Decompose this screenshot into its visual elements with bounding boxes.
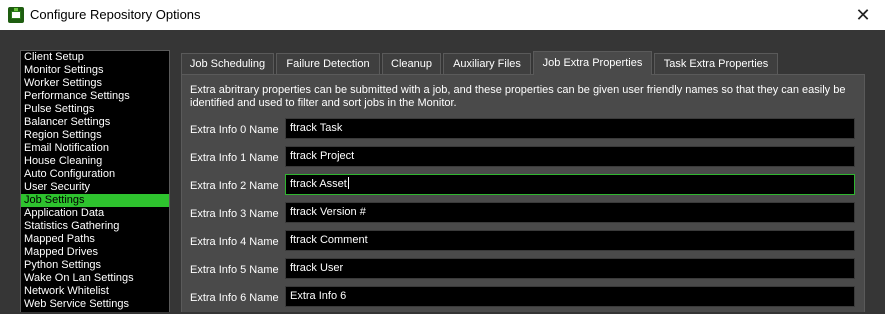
sidebar-item-auto-configuration[interactable]: Auto Configuration [21,168,169,181]
tab-failure-detection[interactable]: Failure Detection [276,53,380,74]
extra-info-5-label: Extra Info 5 Name [190,264,279,276]
sidebar-item-region-settings[interactable]: Region Settings [21,129,169,142]
window-title: Configure Repository Options [30,7,201,22]
sidebar-item-statistics-gathering[interactable]: Statistics Gathering [21,220,169,233]
extra-info-row: Extra Info 4 Name ftrack Comment [182,230,866,258]
sidebar-item-job-settings[interactable]: Job Settings [21,194,169,207]
extra-info-row: Extra Info 5 Name ftrack User [182,258,866,286]
extra-info-row: Extra Info 3 Name ftrack Version # [182,202,866,230]
sidebar-item-house-cleaning[interactable]: House Cleaning [21,155,169,168]
extra-info-6-label: Extra Info 6 Name [190,292,279,304]
sidebar-item-email-notification[interactable]: Email Notification [21,142,169,155]
sidebar-item-mapped-drives[interactable]: Mapped Drives [21,246,169,259]
sidebar-item-pulse-settings[interactable]: Pulse Settings [21,103,169,116]
tab-cleanup[interactable]: Cleanup [382,53,441,74]
sidebar-item-python-settings[interactable]: Python Settings [21,259,169,272]
extra-info-2-label: Extra Info 2 Name [190,180,279,192]
tab-auxiliary-files[interactable]: Auxiliary Files [443,53,531,74]
sidebar-item-worker-settings[interactable]: Worker Settings [21,77,169,90]
extra-info-1-label: Extra Info 1 Name [190,152,279,164]
text-caret [347,177,349,189]
sidebar-item-balancer-settings[interactable]: Balancer Settings [21,116,169,129]
extra-info-5-input[interactable]: ftrack User [285,258,855,279]
extra-info-4-label: Extra Info 4 Name [190,236,279,248]
job-extra-properties-panel: Extra abritrary properties can be submit… [181,74,865,312]
extra-info-6-input[interactable]: Extra Info 6 [285,286,855,307]
extra-info-row: Extra Info 0 Name ftrack Task [182,118,866,146]
tab-bar: Job Scheduling Failure Detection Cleanup… [181,51,871,75]
extra-info-4-input[interactable]: ftrack Comment [285,230,855,251]
sidebar-item-user-security[interactable]: User Security [21,181,169,194]
extra-info-3-input[interactable]: ftrack Version # [285,202,855,223]
extra-info-3-label: Extra Info 3 Name [190,208,279,220]
panel-description: Extra abritrary properties can be submit… [190,84,846,109]
extra-info-row: Extra Info 1 Name ftrack Project [182,146,866,174]
sidebar-item-performance-settings[interactable]: Performance Settings [21,90,169,103]
sidebar-item-client-setup[interactable]: Client Setup [21,51,169,64]
sidebar-item-monitor-settings[interactable]: Monitor Settings [21,64,169,77]
settings-category-list[interactable]: Client Setup Monitor Settings Worker Set… [20,50,170,312]
title-bar: Configure Repository Options ✕ [0,0,885,30]
tab-job-extra-properties[interactable]: Job Extra Properties [533,51,652,75]
tab-job-scheduling[interactable]: Job Scheduling [181,53,274,74]
app-icon [8,7,24,23]
extra-info-row: Extra Info 2 Name ftrack Asset [182,174,866,202]
sidebar-item-wake-on-lan-settings[interactable]: Wake On Lan Settings [21,272,169,285]
close-button[interactable]: ✕ [855,6,871,24]
extra-info-row: Extra Info 6 Name Extra Info 6 [182,286,866,314]
extra-info-0-label: Extra Info 0 Name [190,124,279,136]
sidebar-item-web-service-settings[interactable]: Web Service Settings [21,298,169,311]
sidebar-item-mapped-paths[interactable]: Mapped Paths [21,233,169,246]
sidebar-item-application-data[interactable]: Application Data [21,207,169,220]
extra-info-1-input[interactable]: ftrack Project [285,146,855,167]
tab-task-extra-properties[interactable]: Task Extra Properties [654,53,778,74]
extra-info-2-input[interactable]: ftrack Asset [285,174,855,195]
sidebar-item-network-whitelist[interactable]: Network Whitelist [21,285,169,298]
extra-info-0-input[interactable]: ftrack Task [285,118,855,139]
